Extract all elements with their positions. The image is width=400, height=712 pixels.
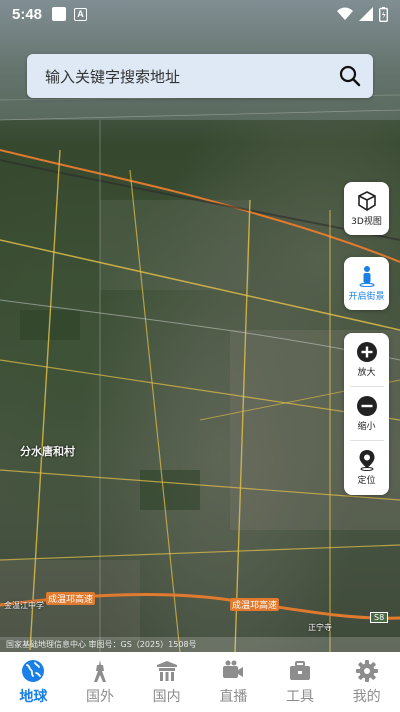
- globe-icon: [22, 659, 45, 682]
- view-3d-button[interactable]: 3D视图: [344, 182, 389, 235]
- tab-live-label: 直播: [219, 688, 248, 705]
- tab-tools-label: 工具: [286, 688, 315, 705]
- tab-mine-label: 我的: [352, 688, 381, 705]
- tab-abroad-label: 国外: [86, 688, 114, 705]
- street-view-item[interactable]: 开启街景: [344, 257, 389, 310]
- tab-mine[interactable]: 我的: [333, 652, 400, 712]
- temple-icon: [156, 660, 177, 681]
- status-right: [337, 6, 388, 22]
- tower-icon: [94, 659, 106, 682]
- view-3d-item[interactable]: 3D视图: [344, 182, 389, 235]
- cube-3d-icon: [357, 191, 376, 211]
- toolbox-icon: [290, 660, 311, 680]
- plus-circle-icon: [356, 342, 377, 362]
- tab-domestic-label: 国内: [152, 688, 181, 705]
- location-pin-icon: [359, 450, 374, 471]
- zoom-out-button[interactable]: 缩小: [344, 387, 389, 440]
- status-time: 5:48: [12, 5, 43, 23]
- wifi-icon: [337, 7, 353, 20]
- status-bar: 5:48 A: [0, 0, 400, 28]
- zoom-out-label: 缩小: [357, 422, 376, 432]
- street-view-button[interactable]: 开启街景: [344, 257, 389, 310]
- tab-earth-label: 地球: [19, 688, 48, 705]
- map-label-expressway-left: 成温邛高速: [46, 592, 96, 605]
- zoom-in-button[interactable]: 放大: [344, 333, 389, 386]
- gear-icon: [355, 659, 378, 682]
- minus-circle-icon: [356, 396, 377, 416]
- tab-tools[interactable]: 工具: [267, 652, 334, 712]
- notification-square-icon: [52, 7, 67, 21]
- map-label-expressway-right: 成温邛高速: [230, 598, 280, 611]
- camera-icon: [223, 660, 244, 678]
- view-3d-label: 3D视图: [351, 217, 382, 227]
- map-label-village: 分水唐和村: [20, 445, 75, 458]
- tab-domestic[interactable]: 国内: [133, 652, 200, 712]
- tab-abroad[interactable]: 国外: [67, 652, 134, 712]
- bottom-nav: 地球 国外 国内 直播 工具 我的: [0, 652, 400, 712]
- tab-earth[interactable]: 地球: [0, 652, 67, 712]
- highway-shield: S8: [370, 612, 389, 623]
- street-view-label: 开启街景: [348, 292, 385, 302]
- map-label-school: 金温江中学: [4, 601, 44, 610]
- battery-icon: [379, 6, 388, 22]
- search-icon[interactable]: [339, 65, 361, 87]
- person-icon: [359, 266, 374, 287]
- map-attribution: 国家基础地理信息中心 审图号：GS（2025）1508号: [0, 637, 400, 652]
- map-zoom-controls: 放大 缩小 定位: [344, 333, 389, 495]
- locate-button[interactable]: 定位: [344, 441, 389, 494]
- signal-icon: [359, 7, 373, 21]
- zoom-in-label: 放大: [357, 368, 376, 378]
- locate-label: 定位: [357, 476, 376, 486]
- tab-live[interactable]: 直播: [200, 652, 267, 712]
- map-label-temple: 正宁寺: [308, 623, 332, 632]
- search-placeholder[interactable]: 输入关键字搜索地址: [45, 66, 339, 87]
- search-bar[interactable]: 输入关键字搜索地址: [27, 54, 373, 98]
- a-badge-icon: A: [74, 7, 88, 21]
